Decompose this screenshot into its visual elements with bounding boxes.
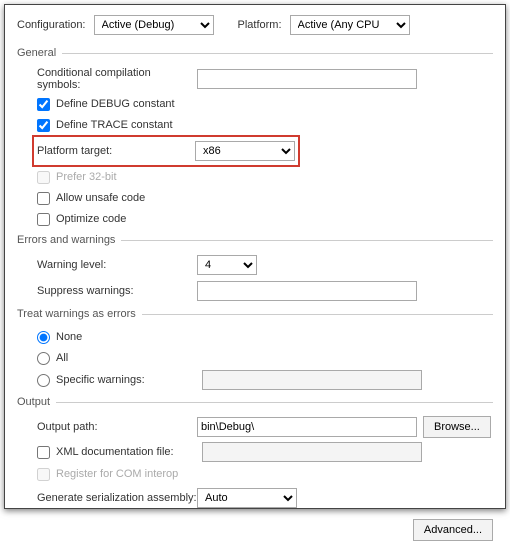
warning-level-label: Warning level: [37,259,197,271]
gen-serialization-select[interactable]: Auto [197,488,297,508]
top-row: Configuration: Active (Debug) Platform: … [17,15,493,35]
platform-select[interactable]: Active (Any CPU) [290,15,410,35]
group-output-label: Output [17,396,50,408]
optimize-checkbox[interactable] [37,213,50,226]
cond-symbols-input[interactable] [197,69,417,89]
allow-unsafe-label: Allow unsafe code [56,192,145,204]
treat-all-radio[interactable] [37,352,50,365]
treat-specific-label: Specific warnings: [56,374,196,386]
build-settings-panel: Configuration: Active (Debug) Platform: … [4,4,506,509]
configuration-select[interactable]: Active (Debug) [94,15,214,35]
configuration-label: Configuration: [17,19,86,31]
browse-button[interactable]: Browse... [423,416,491,438]
treat-specific-radio[interactable] [37,374,50,387]
group-errors: Errors and warnings [17,234,493,246]
platform-target-select[interactable]: x86 [195,141,295,161]
suppress-warnings-label: Suppress warnings: [37,285,197,297]
treat-none-radio[interactable] [37,331,50,344]
group-general: General [17,47,493,59]
treat-none-label: None [56,331,82,343]
group-errors-label: Errors and warnings [17,234,115,246]
prefer-32bit-checkbox [37,171,50,184]
define-debug-checkbox[interactable] [37,98,50,111]
platform-target-label: Platform target: [37,145,195,157]
define-debug-label: Define DEBUG constant [56,98,175,110]
register-com-checkbox [37,468,50,481]
warning-level-select[interactable]: 4 [197,255,257,275]
xml-doc-label: XML documentation file: [56,446,196,458]
xml-doc-input [202,442,422,462]
allow-unsafe-checkbox[interactable] [37,192,50,205]
gen-serialization-label: Generate serialization assembly: [37,492,197,504]
prefer-32bit-label: Prefer 32-bit [56,171,117,183]
output-path-input[interactable] [197,417,417,437]
register-com-label: Register for COM interop [56,468,178,480]
group-treat-label: Treat warnings as errors [17,308,136,320]
cond-symbols-label: Conditional compilation symbols: [37,67,197,91]
group-general-label: General [17,47,56,59]
treat-specific-input [202,370,422,390]
define-trace-checkbox[interactable] [37,119,50,132]
xml-doc-checkbox[interactable] [37,446,50,459]
group-output: Output [17,396,493,408]
treat-all-label: All [56,352,68,364]
define-trace-label: Define TRACE constant [56,119,173,131]
platform-target-row: Platform target: x86 [35,138,297,164]
suppress-warnings-input[interactable] [197,281,417,301]
advanced-button[interactable]: Advanced... [413,519,493,541]
platform-label: Platform: [238,19,282,31]
optimize-label: Optimize code [56,213,126,225]
group-treat: Treat warnings as errors [17,308,493,320]
output-path-label: Output path: [37,421,197,433]
